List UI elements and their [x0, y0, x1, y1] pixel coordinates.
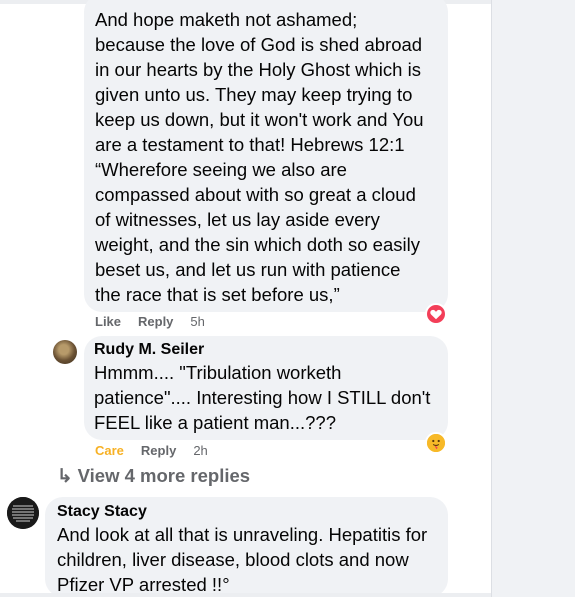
comment-author[interactable]: Rudy M. Seiler — [94, 340, 438, 360]
view-more-replies-link[interactable]: ↳ View 4 more replies — [57, 464, 250, 488]
comment-actions: Like Reply 5h — [95, 314, 222, 329]
view-more-label: View 4 more replies — [77, 465, 251, 486]
avatar[interactable] — [53, 340, 77, 364]
care-button[interactable]: Care — [95, 443, 124, 458]
bottom-separator — [0, 593, 491, 597]
comment-author[interactable]: Stacy Stacy — [57, 502, 438, 522]
reply-button[interactable]: Reply — [141, 443, 176, 458]
comment-text: And look at all that is unraveling. Hepa… — [57, 524, 428, 595]
comment-timestamp[interactable]: 5h — [190, 314, 204, 329]
comment-actions: Care Reply 2h — [95, 443, 225, 458]
right-panel — [492, 0, 575, 597]
reply-button[interactable]: Reply — [138, 314, 173, 329]
comment-bubble: Rudy M. Seiler Hmmm.... "Tribulation wor… — [84, 336, 448, 440]
like-button[interactable]: Like — [95, 314, 121, 329]
care-hug-icon[interactable] — [425, 432, 447, 454]
avatar[interactable] — [7, 497, 39, 529]
reply-arrow-icon: ↳ — [57, 465, 73, 486]
comment-text: And hope maketh not ashamed; because the… — [95, 9, 424, 305]
comment-timestamp[interactable]: 2h — [193, 443, 207, 458]
heart-icon[interactable] — [425, 303, 447, 325]
comment-bubble: Stacy Stacy And look at all that is unra… — [45, 497, 448, 597]
comment-bubble: And hope maketh not ashamed; because the… — [84, 0, 448, 312]
comment-text: Hmmm.... "Tribulation worketh patience".… — [94, 362, 431, 433]
